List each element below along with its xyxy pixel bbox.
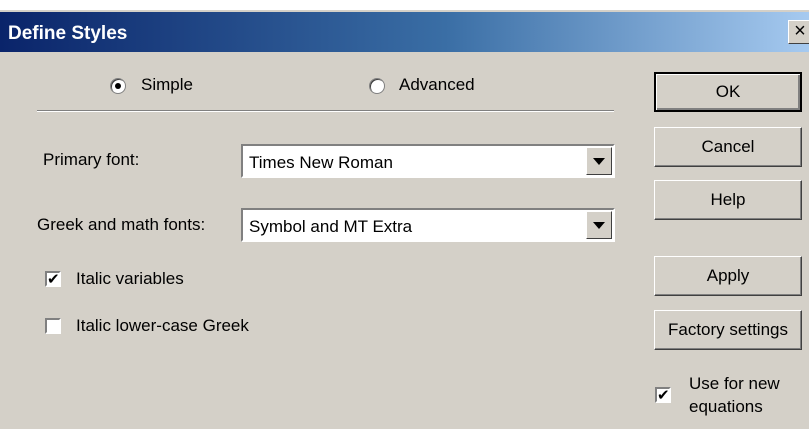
separator: [37, 110, 614, 112]
cancel-button[interactable]: Cancel: [654, 127, 802, 167]
use-for-new-label-line2[interactable]: equations: [689, 397, 763, 417]
help-button[interactable]: Help: [654, 180, 802, 220]
italic-lower-greek-checkbox[interactable]: [45, 318, 61, 334]
factory-settings-button[interactable]: Factory settings: [654, 310, 802, 350]
simple-label[interactable]: Simple: [141, 75, 193, 95]
greek-font-label: Greek and math fonts:: [37, 215, 206, 234]
close-button[interactable]: ×: [788, 20, 809, 44]
greek-font-select[interactable]: Symbol and MT Extra: [241, 208, 615, 242]
ok-button[interactable]: OK: [654, 72, 802, 112]
use-for-new-label-line1[interactable]: Use for new: [689, 374, 780, 394]
title-bar[interactable]: Define Styles: [0, 12, 809, 52]
advanced-label[interactable]: Advanced: [399, 75, 475, 95]
chevron-down-icon[interactable]: [586, 147, 612, 175]
simple-radio[interactable]: [110, 78, 126, 94]
window-title: Define Styles: [8, 23, 128, 44]
primary-font-select[interactable]: Times New Roman: [241, 144, 615, 178]
primary-font-value: Times New Roman: [249, 153, 393, 172]
greek-font-value: Symbol and MT Extra: [249, 217, 413, 236]
italic-variables-label[interactable]: Italic variables: [76, 269, 184, 289]
italic-variables-checkbox[interactable]: [45, 270, 61, 288]
primary-font-label: Primary font:: [43, 150, 140, 169]
italic-lower-greek-label[interactable]: Italic lower-case Greek: [76, 316, 249, 336]
advanced-radio[interactable]: [369, 78, 385, 94]
chevron-down-icon[interactable]: [586, 211, 612, 239]
use-for-new-checkbox[interactable]: [655, 386, 671, 404]
apply-button[interactable]: Apply: [654, 256, 802, 296]
